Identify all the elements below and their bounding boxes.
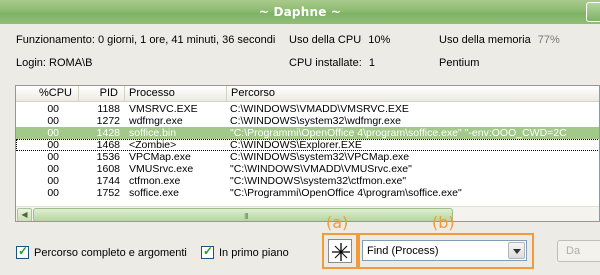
column-header-pid[interactable]: PID — [79, 86, 125, 102]
cell-pid: 1272 — [96, 115, 120, 127]
cell-process: wdfmgr.exe — [129, 115, 183, 127]
login-info: Login: ROMA\B — [16, 57, 92, 69]
table-row[interactable]: 00 1188 VMSRVC.EXE C:\WINDOWS\VMADD\VMSRVC.… — [16, 103, 599, 115]
cpu-installed-label: CPU installate: — [289, 57, 362, 69]
cell-process: <Zombie> — [129, 139, 177, 151]
cell-pid: 1428 — [96, 127, 120, 139]
topmost-checkbox-box[interactable]: ✓ — [201, 244, 214, 259]
scrollbar-grip: III — [244, 212, 249, 221]
cell-pid: 1744 — [96, 175, 120, 187]
cell-pid: 1608 — [96, 163, 120, 175]
cell-path: "C:\WINDOWS\VMADD\VMUSrvc.exe" — [230, 163, 412, 175]
cell-cpu: 00 — [47, 187, 59, 199]
memory-usage-label: Uso della memoria — [439, 34, 531, 46]
column-header-path[interactable]: Percorso — [227, 86, 599, 102]
uptime-info: Funzionamento: 0 giorni, 1 ore, 41 minut… — [16, 34, 275, 46]
table-row[interactable]: 00 1272 wdfmgr.exe C:\WINDOWS\system32\wdfm… — [16, 115, 599, 127]
cell-path: C:\WINDOWS\system32\VPCMap.exe — [230, 151, 410, 163]
scroll-left-icon[interactable]: ◀ — [17, 208, 32, 221]
window-title: ~ Daphne ~ — [258, 5, 342, 19]
cell-pid: 1536 — [96, 151, 120, 163]
app-window: ~ Daphne ~ Funzionamento: 0 giorni, 1 or… — [0, 0, 600, 275]
table-header: %CPU PID Processo Percorso — [16, 86, 599, 102]
uptime-value: 0 giorni, 1 ore, 41 minuti, 36 secondi — [97, 34, 276, 46]
cell-pid: 1752 — [96, 187, 120, 199]
topmost-checkbox[interactable]: ✓ In primo piano — [201, 244, 289, 259]
table-row[interactable]: 00 1468 <Zombie> C:\WINDOWS\Explorer.EXE — [16, 139, 599, 151]
cpu-usage-label: Uso della CPU — [289, 34, 362, 46]
check-icon: ✓ — [203, 244, 214, 258]
column-header-process[interactable]: Processo — [125, 86, 227, 102]
full-path-label: Percorso completo e argomenti — [34, 246, 187, 259]
cell-path: "C:\Programmi\OpenOffice 4\program\soffi… — [230, 187, 462, 199]
scrollbar-thumb[interactable]: III — [33, 208, 453, 221]
title-bar[interactable]: ~ Daphne ~ — [0, 0, 600, 24]
annotation-label-b: (b) — [432, 213, 455, 232]
check-icon: ✓ — [18, 244, 29, 258]
table-row[interactable]: 00 1752 soffice.exe "C:\Programmi\OpenOffic… — [16, 187, 599, 199]
horizontal-scrollbar[interactable]: ◀ III — [16, 206, 599, 221]
cell-cpu: 00 — [47, 103, 59, 115]
table-row[interactable]: 00 1428 soffice.bin "C:\Programmi\OpenOffic… — [16, 127, 599, 139]
cell-pid: 1188 — [97, 103, 120, 115]
annotation-label-a: (a) — [326, 213, 349, 232]
cell-process: soffice.exe — [129, 187, 180, 199]
cell-process: VMUSrvc.exe — [129, 163, 194, 175]
cell-cpu: 00 — [47, 127, 59, 139]
disabled-button[interactable]: Da — [557, 240, 600, 262]
cell-cpu: 00 — [47, 175, 59, 187]
annotation-box-a — [322, 233, 358, 269]
cell-cpu: 00 — [47, 163, 59, 175]
cell-path: "C:\WINDOWS\system32\ctfmon.exe" — [230, 175, 407, 187]
cell-cpu: 00 — [47, 151, 59, 163]
full-path-checkbox[interactable]: ✓ Percorso completo e argomenti — [16, 244, 187, 259]
cell-pid: 1468 — [96, 139, 120, 151]
cpu-installed-value: 1 — [368, 57, 375, 69]
full-path-checkbox-box[interactable]: ✓ — [16, 244, 29, 259]
cell-process: VMSRVC.EXE — [129, 103, 198, 115]
cpu-installed-info: CPU installate: 1 — [289, 57, 375, 69]
cell-process: VPCMap.exe — [129, 151, 191, 163]
table-row[interactable]: 00 1744 ctfmon.exe "C:\WINDOWS\system32\ctf… — [16, 175, 599, 187]
cpu-usage-value: 10% — [368, 34, 391, 46]
cell-path: C:\WINDOWS\Explorer.EXE — [230, 139, 362, 151]
table-row[interactable]: 00 1608 VMUSrvc.exe "C:\WINDOWS\VMADD\VMUSr… — [16, 163, 599, 175]
process-table[interactable]: %CPU PID Processo Percorso 00 1188 VMSRVC.… — [15, 85, 600, 222]
memory-usage-value: 77% — [537, 34, 560, 46]
column-header-cpu[interactable]: %CPU — [16, 86, 79, 102]
uptime-label: Funzionamento: — [16, 34, 95, 46]
login-value: ROMA\B — [49, 57, 93, 69]
cell-path: "C:\Programmi\OpenOffice 4\program\soffi… — [230, 127, 567, 139]
annotation-box-b — [358, 233, 534, 269]
cell-process: ctfmon.exe — [129, 175, 181, 187]
login-label: Login: — [16, 57, 46, 69]
memory-usage-info: Uso della memoria 77% — [439, 34, 560, 46]
cpu-usage-info: Uso della CPU 10% — [289, 34, 390, 46]
cell-cpu: 00 — [47, 139, 59, 151]
cell-process: soffice.bin — [129, 127, 177, 139]
cpu-model: Pentium — [439, 57, 480, 69]
table-row[interactable]: 00 1536 VPCMap.exe C:\WINDOWS\system32\VPCM… — [16, 151, 599, 163]
topmost-label: In primo piano — [219, 246, 289, 259]
cell-path: C:\WINDOWS\VMADD\VMSRVC.EXE — [230, 103, 409, 115]
titlebar-button[interactable] — [586, 2, 600, 22]
cell-cpu: 00 — [47, 115, 59, 127]
cell-path: C:\WINDOWS\system32\wdfmgr.exe — [230, 115, 401, 127]
